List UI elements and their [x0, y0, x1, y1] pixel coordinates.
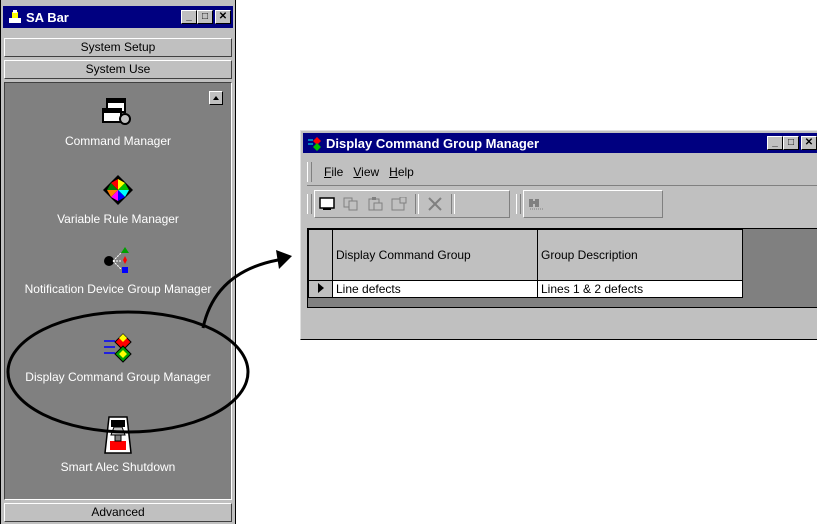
menu-file-rest: ile: [331, 165, 344, 179]
delete-button[interactable]: [425, 194, 445, 214]
toolbar-separator: [415, 194, 419, 214]
menubar-grip: [307, 162, 312, 182]
menu-file[interactable]: File: [324, 165, 343, 179]
system-use-button[interactable]: System Use: [4, 60, 232, 79]
menu-view-rest: iew: [361, 165, 380, 179]
delete-x-icon: [428, 197, 442, 211]
menu-help-rest: elp: [397, 165, 414, 179]
row-selector[interactable]: [308, 280, 333, 298]
toolbar: [307, 189, 817, 219]
close-button[interactable]: ✕: [801, 136, 817, 150]
properties-icon: [391, 197, 407, 211]
menu-help-mnemonic: H: [389, 165, 398, 179]
menu-view-mnemonic: V: [353, 165, 362, 179]
toolbar-grip: [516, 194, 521, 214]
system-setup-button[interactable]: System Setup: [4, 38, 232, 57]
close-button[interactable]: ✕: [215, 10, 231, 24]
tool-label: Smart Alec Shutdown: [60, 460, 176, 474]
menu-view[interactable]: View: [353, 165, 379, 179]
cell-group[interactable]: Line defects: [332, 280, 538, 298]
notification-device-icon: [104, 247, 129, 273]
manager-title: Display Command Group Manager: [326, 135, 540, 151]
tool-label: Command Manager: [64, 134, 172, 148]
maximize-button[interactable]: □: [197, 10, 213, 24]
tool-label: Variable Rule Manager: [57, 212, 179, 226]
display-command-group-icon: [104, 333, 132, 363]
command-manager-tool[interactable]: Command Manager: [5, 95, 231, 149]
new-button[interactable]: [317, 194, 337, 214]
tools-panel: Command Manager Variable Rule Manager No…: [4, 82, 232, 500]
minimize-button[interactable]: _: [181, 10, 197, 24]
copy-icon: [343, 197, 358, 211]
cell-description[interactable]: Lines 1 & 2 defects: [537, 280, 743, 298]
properties-button[interactable]: [389, 194, 409, 214]
row-selector-header: [308, 229, 333, 281]
sa-bar-app-icon: [9, 10, 21, 23]
minimize-button[interactable]: _: [767, 136, 783, 150]
column-header-group-description[interactable]: Group Description: [537, 229, 743, 281]
variable-rule-manager-tool[interactable]: Variable Rule Manager: [5, 173, 231, 227]
tool-label: Display Command Group Manager: [25, 370, 211, 384]
tool-label: Notification Device Group Manager: [24, 282, 212, 296]
find-toolbar-group: [523, 190, 663, 218]
binoculars-icon: [529, 199, 543, 210]
display-command-group-manager-tool[interactable]: Display Command Group Manager: [5, 331, 231, 385]
data-grid: Display Command Group Group Description …: [307, 228, 817, 308]
menu-bar: File View Help: [307, 159, 817, 186]
display-command-group-manager-window: Display Command Group Manager _ □ ✕ File…: [300, 130, 817, 340]
maximize-button[interactable]: □: [783, 136, 799, 150]
shutdown-switch-icon: [104, 416, 132, 454]
smart-alec-shutdown-tool[interactable]: Smart Alec Shutdown: [5, 415, 231, 475]
menu-help[interactable]: Help: [389, 165, 414, 179]
toolbar-separator: [451, 194, 455, 214]
advanced-button[interactable]: Advanced: [4, 503, 232, 522]
new-record-icon: [319, 197, 335, 210]
column-header-display-command-group[interactable]: Display Command Group: [332, 229, 538, 281]
sa-bar-window: SA Bar _ □ ✕ System Setup System Use Com…: [0, 0, 236, 524]
paste-button[interactable]: [365, 194, 385, 214]
table-row[interactable]: Line defects Lines 1 & 2 defects: [308, 280, 743, 298]
edit-toolbar-group: [314, 190, 510, 218]
current-row-arrow-icon: [318, 283, 324, 293]
toolbar-grip: [307, 194, 312, 214]
sa-bar-titlebar[interactable]: SA Bar _ □ ✕: [3, 6, 233, 28]
command-manager-icon: [102, 98, 131, 125]
pointer-arrowhead-icon: [276, 250, 292, 269]
paste-icon: [368, 197, 383, 211]
manager-app-icon: [308, 137, 321, 151]
find-button[interactable]: [526, 194, 546, 214]
grid-header-row: Display Command Group Group Description: [308, 229, 743, 281]
variable-rule-icon: [103, 175, 133, 205]
notification-device-group-manager-tool[interactable]: Notification Device Group Manager: [5, 243, 231, 297]
sa-bar-title: SA Bar: [26, 9, 69, 25]
copy-button[interactable]: [341, 194, 361, 214]
manager-titlebar[interactable]: Display Command Group Manager _ □ ✕: [303, 133, 817, 153]
